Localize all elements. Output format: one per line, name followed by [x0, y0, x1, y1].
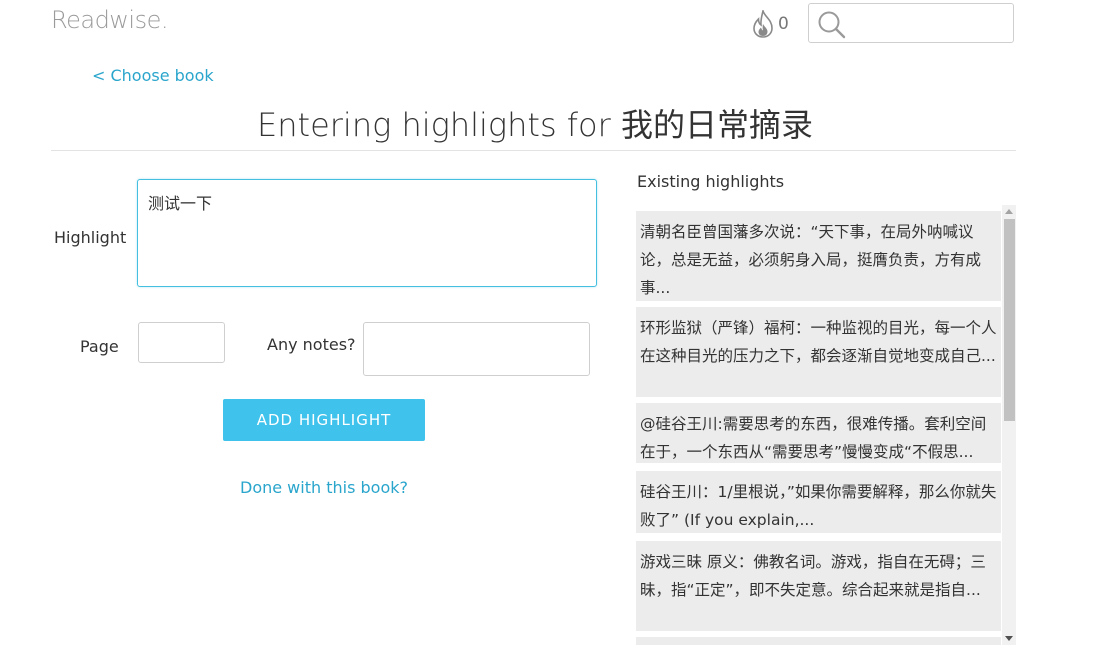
list-item[interactable]: @硅谷王川:需要思考的东西，很难传播。套利空间在于，一个东西从“需要思考”慢慢变…	[636, 403, 1001, 463]
search-box[interactable]	[808, 3, 1014, 43]
page-label: Page	[80, 337, 119, 356]
notes-label: Any notes?	[267, 335, 356, 354]
page-input[interactable]	[138, 322, 225, 363]
list-item[interactable]	[636, 637, 1001, 645]
search-input[interactable]	[849, 10, 1011, 38]
highlight-label: Highlight	[54, 228, 127, 247]
existing-highlights-title: Existing highlights	[637, 172, 785, 191]
highlights-scrollbar[interactable]	[1002, 205, 1016, 645]
scroll-up-arrow-icon[interactable]	[1005, 209, 1013, 214]
readwise-logo[interactable]: Readwise.	[51, 6, 169, 34]
notes-textarea[interactable]	[363, 322, 590, 376]
list-item[interactable]: 清朝名臣曾国藩多次说：“天下事，在局外呐喊议论，总是无益，必须躬身入局，挺膺负责…	[636, 211, 1001, 301]
scroll-thumb[interactable]	[1004, 219, 1015, 421]
done-with-book-link[interactable]: Done with this book?	[223, 478, 425, 497]
streak-count: 0	[778, 14, 789, 34]
choose-book-link[interactable]: < Choose book	[92, 66, 214, 85]
add-highlight-button[interactable]: ADD HIGHLIGHT	[223, 399, 425, 441]
list-item[interactable]: 游戏三昧 原义：佛教名词。游戏，指自在无碍；三昧，指“正定”，即不失定意。综合起…	[636, 541, 1001, 631]
scroll-down-arrow-icon[interactable]	[1005, 636, 1013, 641]
list-item[interactable]: 硅谷王川：1/里根说，”如果你需要解释，那么你就失败了” (If you exp…	[636, 471, 1001, 533]
flame-icon	[753, 10, 773, 38]
highlight-textarea[interactable]: 测试一下	[137, 179, 597, 287]
streak-indicator: 0	[752, 8, 789, 40]
search-icon[interactable]	[817, 10, 847, 40]
list-item[interactable]: 环形监狱（严锋）福柯：一种监视的目光，每一个人在这种目光的压力之下，都会逐渐自觉…	[636, 307, 1001, 397]
divider	[51, 150, 1016, 151]
page-title: Entering highlights for 我的日常摘录	[257, 106, 813, 144]
existing-highlights-list: 清朝名臣曾国藩多次说：“天下事，在局外呐喊议论，总是无益，必须躬身入局，挺膺负责…	[636, 205, 1016, 645]
